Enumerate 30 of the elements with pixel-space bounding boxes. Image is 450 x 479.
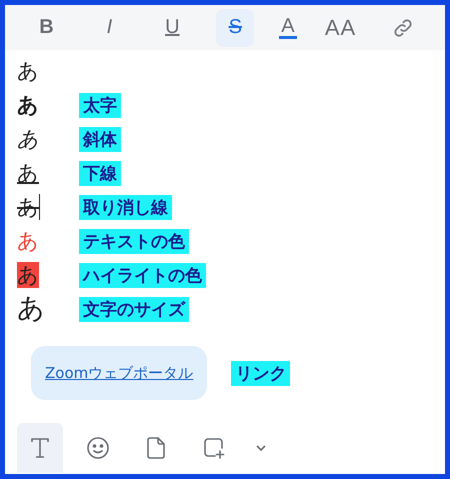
color-button[interactable]: A (279, 16, 297, 39)
underline-button[interactable]: U (153, 8, 192, 46)
annotation-label: 斜体 (79, 126, 121, 152)
sample-text: あ (17, 194, 39, 220)
bold-button[interactable]: B (27, 8, 66, 46)
caret-icon (255, 444, 267, 452)
sample-text: あ (17, 160, 39, 186)
text-format-icon (29, 436, 51, 460)
annotation-label: 太字 (79, 92, 121, 118)
sample-text: あ (17, 58, 39, 84)
link-icon (392, 16, 414, 38)
square-plus-icon (202, 436, 226, 460)
annotation-label: リンク (231, 360, 290, 386)
sample-text: あ (17, 262, 39, 288)
smiley-icon (86, 436, 110, 460)
sample-text: あ (17, 228, 39, 254)
annotation-label: ハイライトの色 (79, 262, 206, 288)
annotation-label: テキストの色 (79, 228, 189, 254)
annotation-label: 取り消し線 (79, 194, 172, 220)
italic-button[interactable]: I (90, 8, 128, 46)
strike-button[interactable]: S (216, 8, 254, 46)
annotation-label: 文字のサイズ (79, 296, 189, 322)
size-button[interactable]: AA (322, 8, 360, 46)
text-button[interactable] (17, 423, 63, 473)
sample-text: あ (17, 296, 45, 322)
sample-text: あ (17, 92, 39, 118)
sample-text: あ (17, 126, 38, 152)
annotation-label: 下線 (79, 160, 121, 186)
link[interactable]: Zoomウェブポータル (45, 364, 194, 382)
file-icon (146, 436, 166, 460)
